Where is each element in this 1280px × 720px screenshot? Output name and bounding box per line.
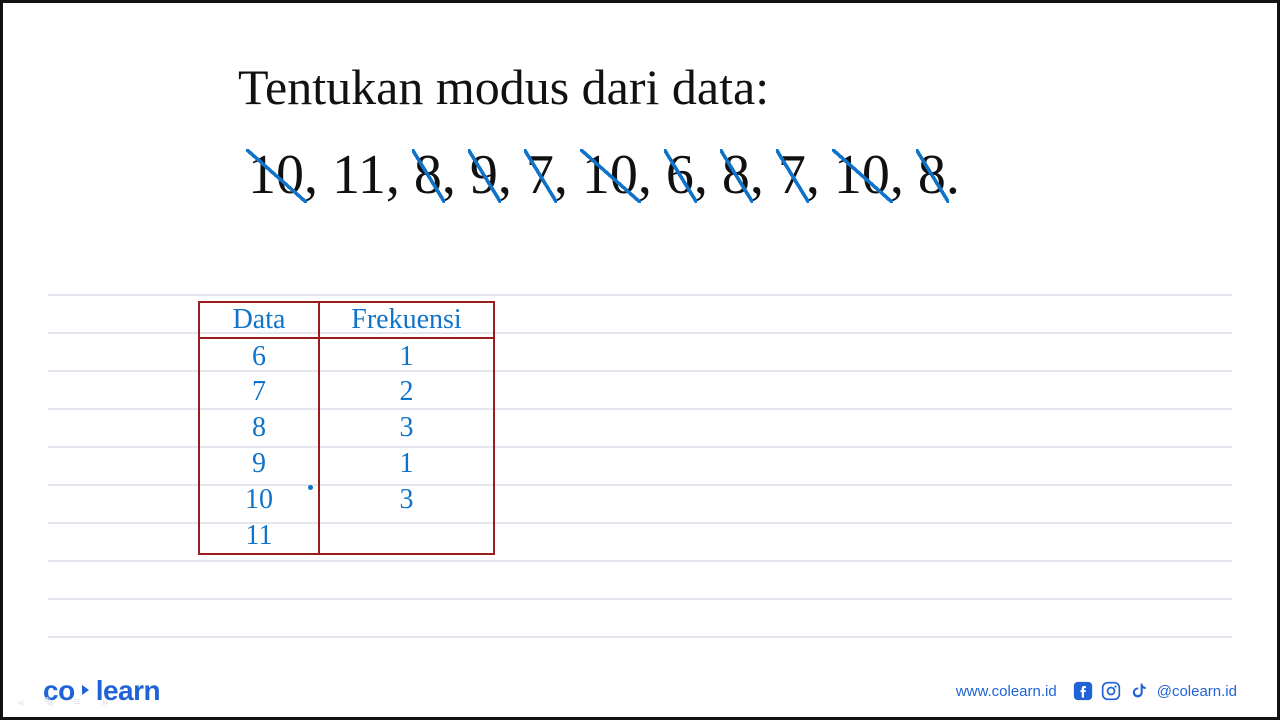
- cell-frekuensi: 1: [319, 338, 494, 374]
- data-number: 11: [332, 143, 386, 207]
- table-row: 11: [199, 518, 494, 554]
- website-url: www.colearn.id: [956, 683, 1057, 700]
- cell-frekuensi: [319, 518, 494, 554]
- play-icon: [82, 685, 89, 695]
- footer-right: www.colearn.id @colearn.id: [956, 681, 1237, 701]
- table-row: 72: [199, 374, 494, 410]
- data-number: 9: [470, 143, 498, 207]
- instagram-icon: [1101, 681, 1121, 701]
- cell-data: 8: [199, 410, 319, 446]
- data-number: 8: [722, 143, 750, 207]
- cell-data: 11: [199, 518, 319, 554]
- content-area: Tentukan modus dari data: 10, 11, 8, 9, …: [48, 3, 1232, 657]
- question-data-row: 10, 11, 8, 9, 7, 10, 6, 8, 7, 10, 8.: [248, 143, 1132, 207]
- data-number: 8: [414, 143, 442, 207]
- cell-frekuensi: 3: [319, 410, 494, 446]
- table-row: 103: [199, 482, 494, 518]
- question-title: Tentukan modus dari data:: [238, 58, 1182, 116]
- data-number: 8: [918, 143, 946, 207]
- whiteboard-frame: Tentukan modus dari data: 10, 11, 8, 9, …: [0, 0, 1280, 720]
- draw-icon: ✎: [41, 695, 57, 711]
- list-icon: ≡: [69, 695, 85, 711]
- cell-frekuensi: 1: [319, 446, 494, 482]
- facebook-icon: [1073, 681, 1093, 701]
- social-group: @colearn.id: [1073, 681, 1237, 701]
- tiktok-icon: [1129, 681, 1149, 701]
- social-handle: @colearn.id: [1157, 683, 1237, 700]
- footer-bar: co learn www.colearn.id @colearn.id: [3, 665, 1277, 717]
- forward-icon: »: [97, 695, 113, 711]
- stray-dot: [308, 485, 313, 490]
- data-number: 10: [834, 143, 890, 207]
- frequency-table: Data Frekuensi 6172839110311: [198, 301, 495, 555]
- header-frekuensi: Frekuensi: [319, 302, 494, 338]
- header-data: Data: [199, 302, 319, 338]
- cell-data: 6: [199, 338, 319, 374]
- table-row: 91: [199, 446, 494, 482]
- cell-data: 7: [199, 374, 319, 410]
- data-number: 6: [666, 143, 694, 207]
- table-row: 83: [199, 410, 494, 446]
- cell-data: 10: [199, 482, 319, 518]
- data-number: 10: [582, 143, 638, 207]
- data-number: 7: [526, 143, 554, 207]
- player-hint-icons: « ✎ ≡ »: [13, 695, 113, 711]
- data-number: 7: [778, 143, 806, 207]
- cell-frekuensi: 2: [319, 374, 494, 410]
- rewind-icon: «: [13, 695, 29, 711]
- cell-data: 9: [199, 446, 319, 482]
- table-row: 61: [199, 338, 494, 374]
- data-number: 10: [248, 143, 304, 207]
- table-body: 6172839110311: [199, 338, 494, 554]
- cell-frekuensi: 3: [319, 482, 494, 518]
- table-header-row: Data Frekuensi: [199, 302, 494, 338]
